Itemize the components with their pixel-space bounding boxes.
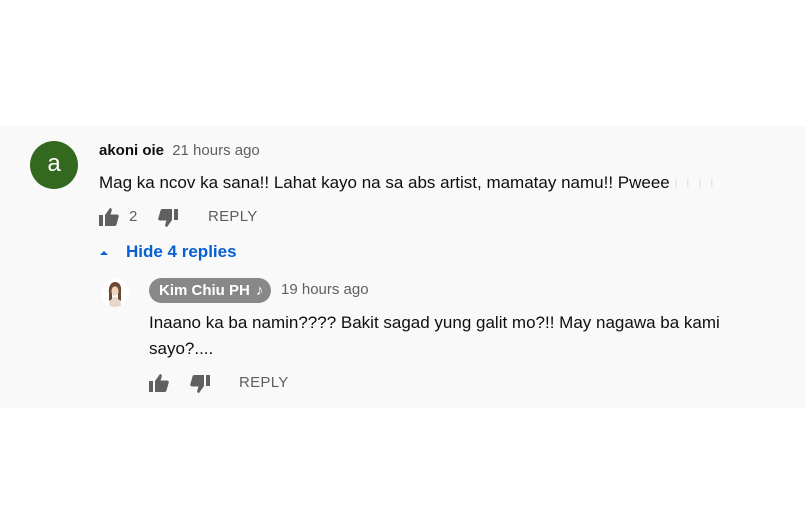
comment-text: Mag ka ncov ka sana!! Lahat kayo na sa a… (99, 170, 716, 197)
dislike-button[interactable] (158, 209, 178, 227)
comment-thread (0, 126, 806, 408)
like-count: 2 (129, 208, 138, 225)
reply-text: Inaano ka ba namin???? Bakit sagad yung … (149, 313, 720, 358)
profile-photo (101, 279, 129, 307)
creator-badge[interactable]: Kim Chiu PH ♪ (149, 278, 272, 303)
reply-reply-button[interactable]: REPLY (239, 374, 289, 391)
like-button[interactable] (99, 208, 119, 226)
thumbs-up-icon (99, 208, 119, 226)
reply-avatar[interactable] (101, 279, 129, 307)
reply-like-button[interactable] (149, 374, 169, 392)
reply-timestamp[interactable]: 19 hours ago (281, 281, 369, 298)
thumbs-up-icon (149, 374, 169, 392)
comment-timestamp[interactable]: 21 hours ago (172, 142, 260, 159)
comment-text-body: Mag ka ncov ka sana!! Lahat kayo na sa a… (99, 173, 670, 192)
hide-replies-label: Hide 4 replies (126, 242, 237, 261)
comment-author[interactable]: akoni oie (99, 142, 164, 159)
thumbs-down-icon (158, 209, 178, 227)
music-note-icon: ♪ (255, 282, 264, 299)
caret-up-icon (100, 251, 108, 255)
thumbs-down-icon (190, 375, 210, 393)
reply-button[interactable]: REPLY (208, 208, 258, 225)
comment-header: akoni oie 21 hours ago (99, 142, 260, 159)
avatar[interactable]: a (30, 141, 78, 189)
comment-text-trail: l l l l (674, 176, 717, 191)
reply-author: Kim Chiu PH (159, 282, 250, 299)
hide-replies-toggle[interactable]: Hide 4 replies (98, 242, 237, 262)
reply-dislike-button[interactable] (190, 375, 210, 393)
